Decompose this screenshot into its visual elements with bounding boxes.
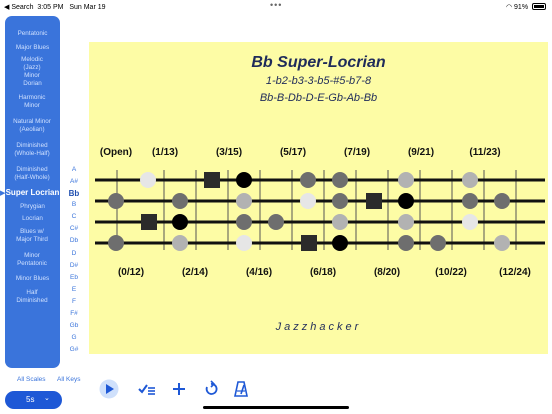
note-gray — [398, 235, 414, 251]
fret-label-bottom-8: (8/20) — [373, 267, 401, 278]
status-date: Sun Mar 19 — [69, 4, 106, 11]
note-light-gray — [332, 214, 348, 230]
note-gray — [108, 193, 124, 209]
note-root — [398, 193, 414, 209]
scale-item-phrygian[interactable]: Phrygian — [5, 203, 60, 211]
note-gray — [108, 235, 124, 251]
brand-label: Jazzhacker — [275, 321, 362, 333]
key-item-b-flat[interactable]: Bb — [62, 189, 86, 198]
status-right: ◠ 91% — [506, 3, 546, 11]
home-indicator[interactable] — [203, 406, 349, 409]
back-to-search-link[interactable]: ◀ Search — [4, 4, 34, 11]
scale-item-pentatonic[interactable]: Pentatonic — [5, 30, 60, 38]
key-item-a-sharp[interactable]: A# — [62, 178, 86, 185]
fret-label-bottom-4: (4/16) — [245, 267, 273, 278]
tempo-select-button[interactable]: 5s ⌄ — [5, 391, 62, 409]
note-light-gray — [398, 172, 414, 188]
note-square — [301, 235, 317, 251]
note-gray — [300, 172, 316, 188]
note-gray — [332, 193, 348, 209]
scale-item-melodic-minor[interactable]: Melodic (Jazz) Minor — [17, 56, 47, 80]
note-gray — [268, 214, 284, 230]
checklist-icon[interactable] — [137, 379, 157, 399]
note-light-gray — [398, 214, 414, 230]
note-light-gray — [172, 235, 188, 251]
key-item-e[interactable]: E — [62, 286, 86, 293]
chevron-down-icon: ⌄ — [44, 395, 50, 402]
note-gray — [494, 193, 510, 209]
scale-item-dorian[interactable]: Dorian — [5, 80, 60, 88]
note-gray — [462, 193, 478, 209]
fret-label-bottom-12: (12/24) — [499, 267, 531, 278]
rotate-icon[interactable] — [201, 379, 221, 399]
selected-scale-pointer-icon: ▶ — [0, 190, 6, 197]
fret-label-bottom-2: (2/14) — [181, 267, 209, 278]
note-gray — [236, 214, 252, 230]
scale-item-diminished-half-whole[interactable]: Diminished (Half-Whole) — [12, 166, 52, 182]
note-white — [236, 235, 252, 251]
all-scales-label[interactable]: All Scales — [17, 376, 46, 383]
note-white — [462, 214, 478, 230]
play-icon[interactable] — [99, 379, 119, 399]
status-bar: ◀ Search 3:05 PM Sun Mar 19 ••• ◠ 91% — [0, 0, 552, 14]
note-light-gray — [236, 193, 252, 209]
scale-item-major-blues[interactable]: Major Blues — [5, 44, 60, 52]
status-left: ◀ Search 3:05 PM Sun Mar 19 — [4, 3, 106, 11]
scale-item-minor-pentatonic[interactable]: Minor Pentatonic — [16, 252, 48, 268]
note-light-gray — [494, 235, 510, 251]
app-screen: ◀ Search 3:05 PM Sun Mar 19 ••• ◠ 91% Pe… — [0, 0, 552, 414]
note-square — [366, 193, 382, 209]
key-item-f-sharp[interactable]: F# — [62, 310, 86, 317]
key-item-f[interactable]: F — [62, 298, 86, 305]
status-time: 3:05 PM — [37, 4, 64, 11]
scale-item-half-diminished[interactable]: Half Diminished — [16, 289, 48, 305]
fret-label-bottom-10: (10/22) — [435, 267, 467, 278]
note-root — [236, 172, 252, 188]
scale-item-natural-minor[interactable]: Natural Minor (Aeolian) — [11, 118, 53, 134]
key-item-g-sharp[interactable]: G# — [62, 346, 86, 353]
note-gray — [332, 172, 348, 188]
key-item-e-flat[interactable]: Eb — [62, 274, 86, 281]
all-keys-label[interactable]: All Keys — [57, 376, 80, 383]
scale-diagram-panel: Bb Super-Locrian 1-b2-b3-3-b5-#5-b7-8 Bb… — [89, 42, 548, 354]
metronome-icon[interactable] — [231, 379, 251, 399]
key-item-d-sharp[interactable]: D# — [62, 262, 86, 269]
add-icon[interactable] — [169, 379, 189, 399]
fretboard — [95, 170, 545, 251]
note-square — [141, 214, 157, 230]
note-root — [172, 214, 188, 230]
fret-label-bottom-0: (0/12) — [117, 267, 145, 278]
scale-item-minor-blues[interactable]: Minor Blues — [5, 275, 60, 283]
key-item-g-flat[interactable]: Gb — [62, 322, 86, 329]
key-item-c[interactable]: C — [62, 213, 86, 220]
tempo-value: 5s — [26, 395, 35, 404]
key-item-d[interactable]: D — [62, 250, 86, 257]
battery-icon — [532, 3, 546, 10]
note-gray — [430, 235, 446, 251]
note-light-gray — [462, 172, 478, 188]
note-root — [332, 235, 348, 251]
scale-sidebar: Pentatonic Major Blues Melodic (Jazz) Mi… — [5, 16, 60, 368]
key-item-g[interactable]: G — [62, 334, 86, 341]
key-item-c-sharp[interactable]: C# — [62, 225, 86, 232]
scale-item-locrian[interactable]: Locrian — [5, 215, 60, 223]
key-item-d-flat[interactable]: Db — [62, 237, 86, 244]
scale-item-blues-major-third[interactable]: Blues w/ Major Third — [12, 228, 52, 244]
fret-label-bottom-6: (6/18) — [309, 267, 337, 278]
scale-item-diminished-whole-half[interactable]: Diminished (Whole-Half) — [12, 142, 52, 158]
key-item-b[interactable]: B — [62, 201, 86, 208]
multitask-dots-icon[interactable]: ••• — [270, 0, 282, 10]
note-square — [204, 172, 220, 188]
note-gray — [172, 193, 188, 209]
note-white — [300, 193, 316, 209]
wifi-icon: ◠ — [505, 4, 513, 11]
scale-item-super-locrian[interactable]: Super Locrian — [5, 189, 60, 197]
key-item-a[interactable]: A — [62, 166, 86, 173]
status-battery: 91% — [514, 4, 529, 11]
scale-item-harmonic-minor[interactable]: Harmonic Minor — [15, 94, 49, 110]
note-white — [140, 172, 156, 188]
